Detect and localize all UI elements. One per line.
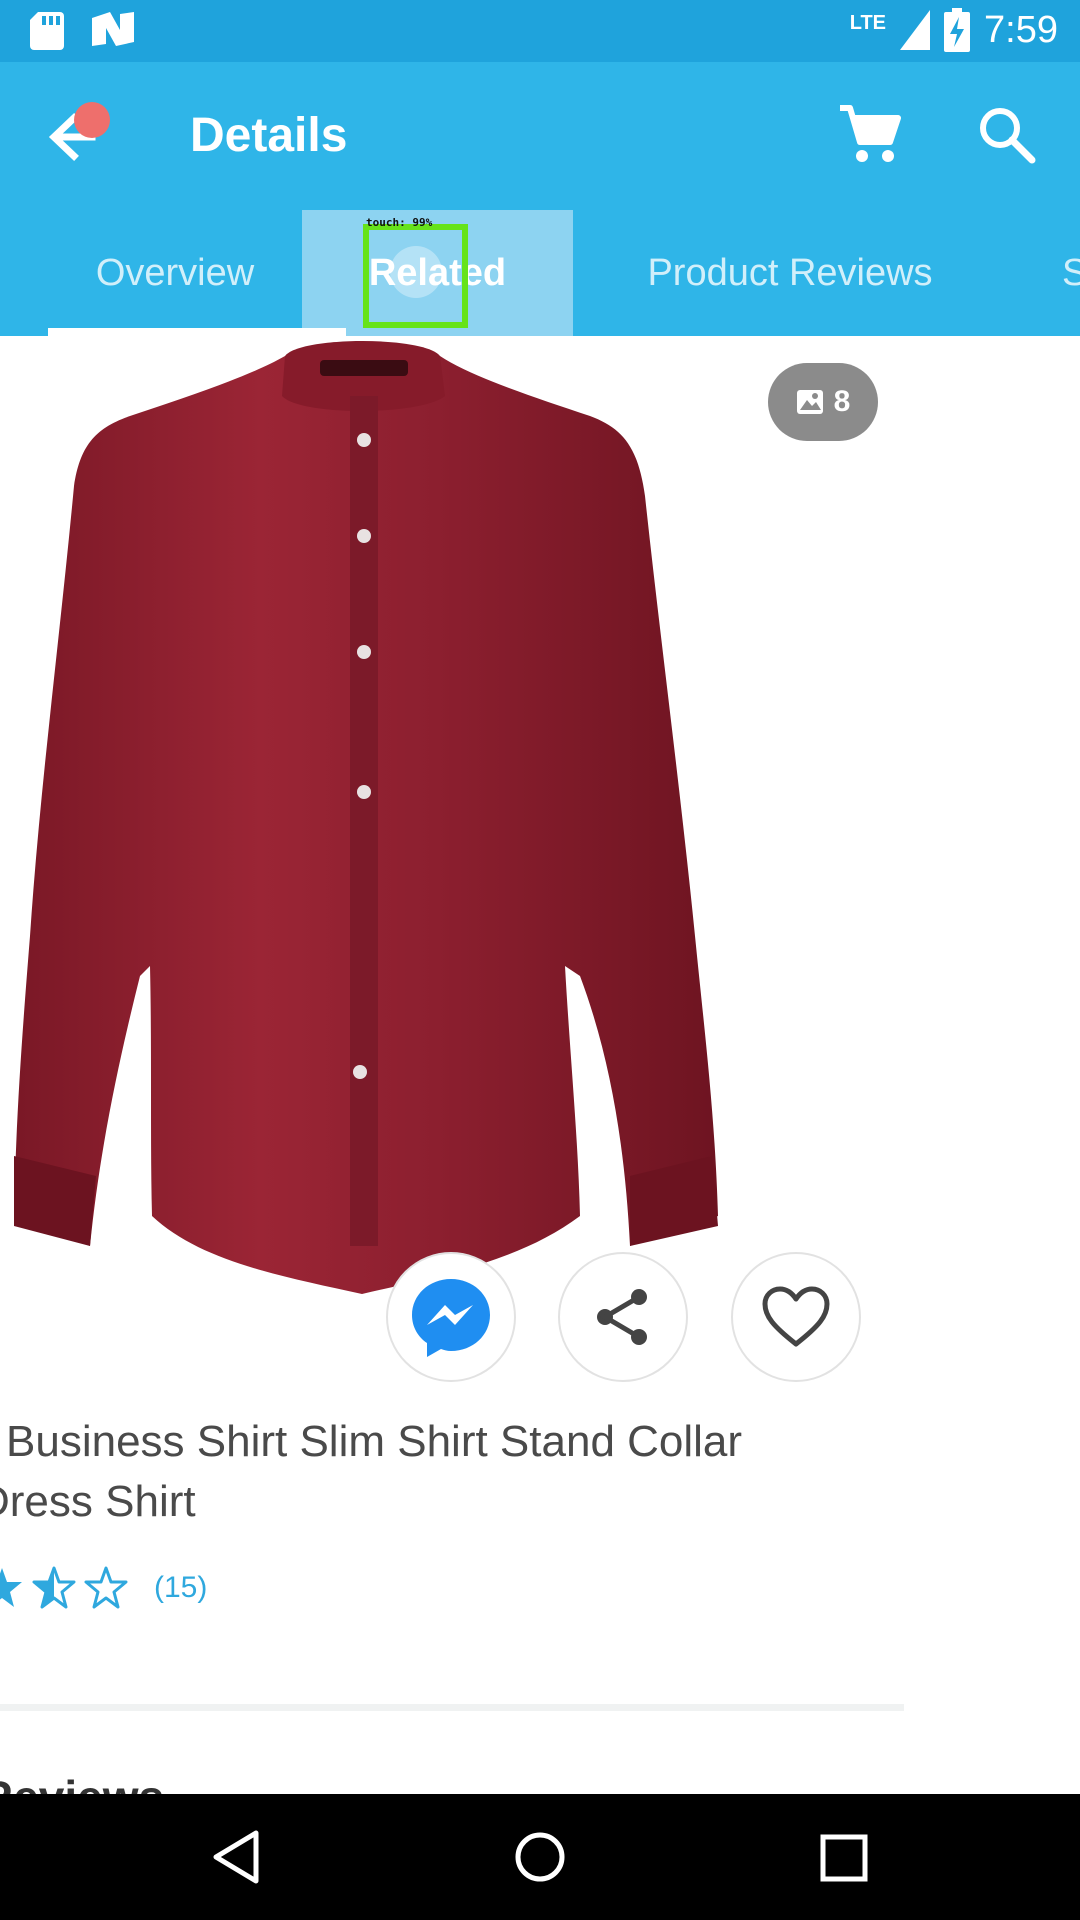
star-half-icon — [32, 1566, 76, 1609]
nav-home-icon[interactable] — [514, 1827, 566, 1887]
image-count-badge[interactable]: 8 — [768, 363, 878, 441]
cart-icon[interactable] — [838, 102, 902, 166]
search-icon[interactable] — [976, 104, 1036, 164]
rating-row[interactable]: (15) — [0, 1566, 207, 1610]
touch-highlight-box — [363, 224, 468, 328]
image-gallery-icon — [796, 390, 823, 414]
star-empty-icon — [84, 1566, 128, 1609]
wishlist-button[interactable] — [731, 1252, 861, 1382]
network-type-label: LTE — [849, 12, 887, 34]
image-count: 8 — [833, 385, 851, 418]
system-nav-bar — [0, 1794, 1080, 1920]
page-title: Details — [190, 109, 348, 162]
messenger-share-button[interactable] — [386, 1252, 516, 1382]
product-title-line1: Business Shirt Slim Shirt Stand Collar — [6, 1417, 743, 1466]
section-divider — [0, 1704, 904, 1711]
product-title-line2: Dress Shirt — [0, 1477, 196, 1526]
sd-card-icon — [30, 12, 64, 50]
share-icon — [597, 1289, 647, 1345]
n-app-icon — [92, 12, 134, 46]
product-image[interactable] — [0, 336, 900, 1296]
status-bar: LTE 7:59 — [0, 0, 1080, 62]
rating-count[interactable]: (15) — [154, 1571, 207, 1605]
tab-more[interactable]: S — [1062, 210, 1080, 336]
signal-icon — [900, 10, 931, 50]
status-time: 7:59 — [984, 8, 1058, 51]
product-title: Business Shirt Slim Shirt Stand Collar D… — [0, 1412, 838, 1532]
messenger-icon — [412, 1279, 490, 1357]
battery-charging-icon — [944, 8, 971, 52]
notification-dot — [74, 102, 110, 138]
nav-back-icon[interactable] — [208, 1827, 264, 1887]
tab-overview[interactable]: Overview — [50, 210, 300, 336]
star-full-icon — [0, 1568, 22, 1607]
heart-icon — [762, 1286, 830, 1347]
share-button[interactable] — [558, 1252, 688, 1382]
tab-indicator — [48, 328, 346, 336]
tab-bar: Overview Related Product Reviews S — [0, 210, 1080, 336]
tab-product-reviews[interactable]: Product Reviews — [620, 210, 960, 336]
nav-recents-icon[interactable] — [818, 1827, 870, 1887]
touch-label: touch: 99% — [366, 216, 433, 229]
